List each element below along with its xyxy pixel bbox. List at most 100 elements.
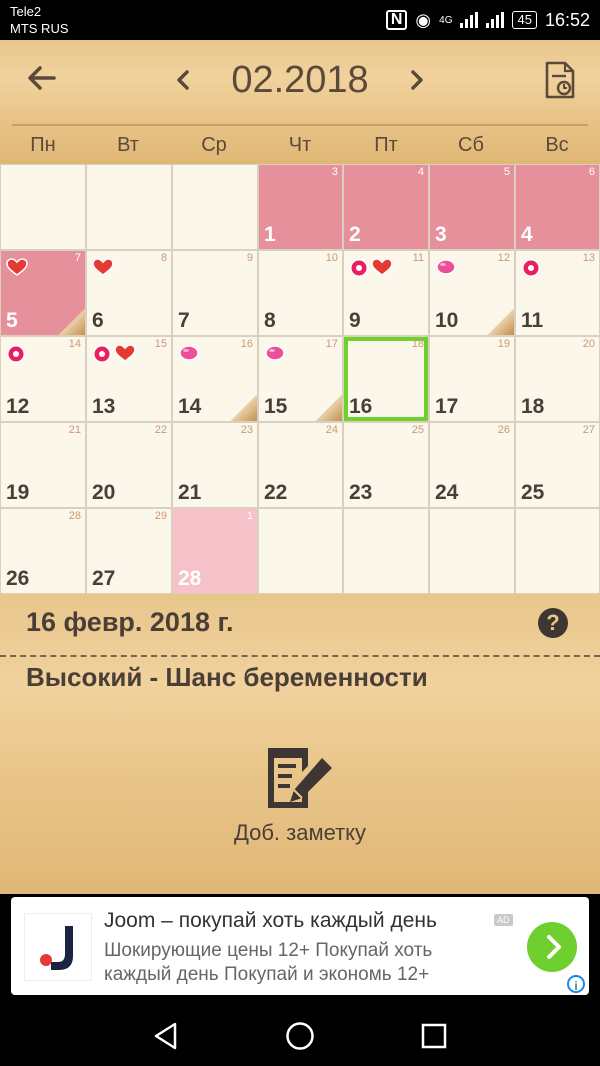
egg-icon — [178, 344, 200, 367]
help-icon[interactable]: ? — [538, 608, 568, 638]
day-cell-13[interactable]: 15 13 — [87, 337, 171, 421]
weekday-label: Сб — [458, 134, 484, 156]
day-cell-14[interactable]: 16 14 — [173, 337, 257, 421]
egg-icon — [264, 344, 286, 367]
cycle-day-number: 29 — [154, 510, 167, 522]
day-cell-7[interactable]: 97 — [173, 251, 257, 335]
day-icons — [6, 258, 28, 281]
cycle-day-number: 23 — [240, 424, 253, 436]
day-cell-5[interactable]: 75 — [1, 251, 85, 335]
day-cell-22[interactable]: 24 22 — [259, 423, 342, 507]
day-cell-24[interactable]: 26 24 — [430, 423, 514, 507]
cycle-day-number: 27 — [582, 424, 595, 436]
status-bar: Tele2 MTS RUS N ◉ 4G 45 16:52 — [0, 0, 600, 40]
chevron-right-icon — [411, 70, 423, 90]
system-nav-bar — [0, 1005, 600, 1066]
circle-home-icon — [286, 1022, 314, 1050]
day-number: 5 — [6, 309, 18, 332]
arrow-right-icon — [547, 935, 561, 959]
ad-open-button[interactable] — [527, 922, 577, 972]
cycle-day-number: 7 — [74, 252, 81, 264]
weekday-label: Пн — [30, 134, 56, 156]
day-cell-17[interactable]: 19 17 — [430, 337, 514, 421]
cycle-day-number: 3 — [331, 166, 338, 178]
nfc-icon: N — [385, 10, 408, 30]
eye-icon: ◉ — [415, 9, 432, 30]
weekday-label: Вт — [117, 134, 139, 156]
day-cell-2[interactable]: 42 — [344, 165, 428, 249]
calendar-header: 02.2018 Пн Вт Ср Чт Пт Сб Вс — [0, 40, 600, 164]
day-cell-21[interactable]: 23 21 — [173, 423, 257, 507]
square-recents-icon — [421, 1023, 447, 1049]
day-number: 21 — [178, 481, 202, 504]
cycle-day-number: 28 — [68, 510, 81, 522]
nav-back-button[interactable] — [150, 1020, 182, 1052]
day-cell-18[interactable]: 20 18 — [516, 337, 599, 421]
add-note-button[interactable] — [264, 744, 336, 810]
day-number: 27 — [92, 567, 116, 590]
day-cell-11[interactable]: 13 11 — [516, 251, 599, 335]
day-cell-28[interactable]: 1 28 — [173, 509, 257, 593]
day-cell-23[interactable]: 25 23 — [344, 423, 428, 507]
prev-month-button[interactable] — [168, 62, 198, 98]
day-number: 10 — [435, 309, 459, 332]
day-cell-10[interactable]: 12 10 — [430, 251, 514, 335]
nav-recents-button[interactable] — [418, 1020, 450, 1052]
day-cell-25[interactable]: 27 25 — [516, 423, 599, 507]
document-icon — [545, 61, 575, 99]
ad-banner[interactable]: Joom – покупай хоть каждый день AD Шокир… — [11, 897, 589, 995]
day-number: 24 — [435, 481, 459, 504]
day-info-panel: 16 февр. 2018 г. ? Высокий - Шанс береме… — [0, 594, 600, 894]
network-label: 4G — [439, 14, 453, 26]
ad-title[interactable]: Joom – покупай хоть каждый день — [104, 909, 437, 933]
battery-icon: 45 — [512, 11, 537, 29]
signal-icon — [460, 12, 479, 28]
day-cell-6[interactable]: 86 — [87, 251, 171, 335]
cycle-day-number: 26 — [497, 424, 510, 436]
report-button[interactable] — [542, 60, 578, 100]
day-cell-8[interactable]: 10 8 — [259, 251, 342, 335]
day-number: 26 — [6, 567, 30, 590]
cycle-day-number: 20 — [582, 338, 595, 350]
carrier-2: MTS RUS — [10, 21, 69, 36]
day-icons — [6, 344, 26, 369]
add-note-label[interactable]: Доб. заметку — [0, 820, 600, 846]
next-month-button[interactable] — [402, 62, 432, 98]
cycle-day-number: 10 — [325, 252, 338, 264]
day-cell-20[interactable]: 22 20 — [87, 423, 171, 507]
day-number: 15 — [264, 395, 288, 418]
day-cell-4[interactable]: 64 — [516, 165, 599, 249]
day-cell-1[interactable]: 31 — [259, 165, 342, 249]
day-cell-12[interactable]: 14 12 — [1, 337, 85, 421]
flower-icon — [349, 258, 369, 283]
day-number: 11 — [521, 309, 544, 332]
day-cell-16[interactable]: 18 16 — [344, 337, 428, 421]
day-cell-19[interactable]: 21 19 — [1, 423, 85, 507]
nav-home-button[interactable] — [284, 1020, 316, 1052]
weekday-label: Ср — [201, 134, 227, 156]
day-cell-27[interactable]: 29 27 — [87, 509, 171, 593]
carrier-1: Tele2 — [10, 4, 42, 19]
cycle-day-number: 11 — [412, 252, 424, 264]
weekday-label: Чт — [288, 134, 312, 156]
back-button[interactable] — [22, 58, 62, 98]
day-cell-3[interactable]: 53 — [430, 165, 514, 249]
heart-icon — [114, 344, 136, 369]
header-divider — [12, 124, 588, 126]
ad-info-icon[interactable]: i — [567, 975, 585, 993]
cycle-day-number: 14 — [68, 338, 81, 350]
day-cell-15[interactable]: 17 15 — [259, 337, 342, 421]
cycle-day-number: 16 — [240, 338, 253, 350]
cycle-day-number: 15 — [154, 338, 167, 350]
day-cell-26[interactable]: 28 26 — [1, 509, 85, 593]
empty-cell — [516, 509, 599, 593]
day-number: 4 — [521, 223, 533, 246]
note-corner-icon — [316, 395, 342, 421]
heart-icon — [371, 258, 393, 283]
month-title: 02.2018 — [231, 59, 369, 101]
day-cell-9[interactable]: 11 9 — [344, 251, 428, 335]
day-icons — [178, 344, 200, 367]
ad-description[interactable]: Шокирующие цены 12+ Покупай хоть каждый … — [104, 939, 504, 987]
note-corner-icon — [488, 309, 514, 335]
cycle-day-number: 22 — [154, 424, 167, 436]
